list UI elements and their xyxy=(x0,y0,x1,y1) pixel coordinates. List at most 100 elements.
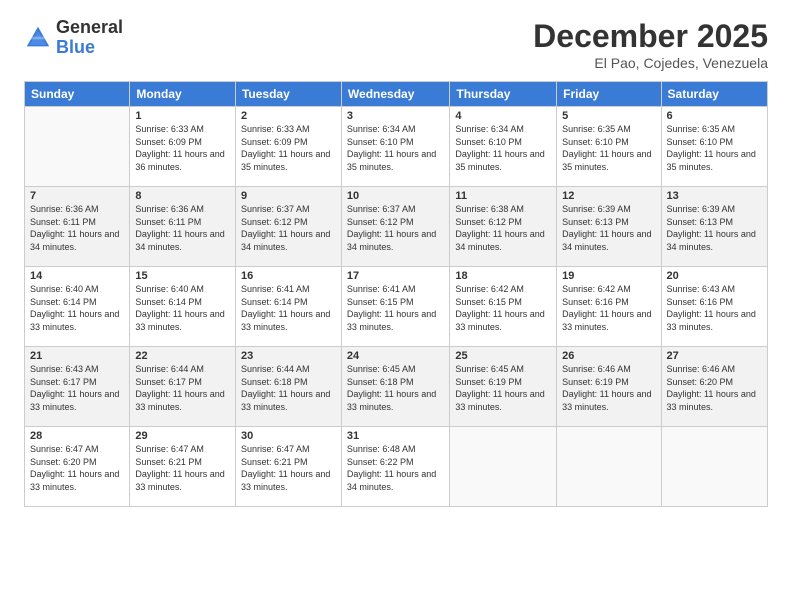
day-info: Sunrise: 6:36 AM Sunset: 6:11 PM Dayligh… xyxy=(135,203,230,253)
day-number: 7 xyxy=(30,190,124,202)
day-number: 1 xyxy=(135,110,230,122)
table-row: 4Sunrise: 6:34 AM Sunset: 6:10 PM Daylig… xyxy=(450,107,557,187)
table-row xyxy=(661,427,767,507)
table-row: 13Sunrise: 6:39 AM Sunset: 6:13 PM Dayli… xyxy=(661,187,767,267)
table-row: 1Sunrise: 6:33 AM Sunset: 6:09 PM Daylig… xyxy=(130,107,236,187)
day-number: 8 xyxy=(135,190,230,202)
page: General Blue December 2025 El Pao, Cojed… xyxy=(0,0,792,612)
logo-general-text: General xyxy=(56,18,123,38)
header-thursday: Thursday xyxy=(450,82,557,107)
day-info: Sunrise: 6:38 AM Sunset: 6:12 PM Dayligh… xyxy=(455,203,551,253)
day-info: Sunrise: 6:48 AM Sunset: 6:22 PM Dayligh… xyxy=(347,443,444,493)
header-wednesday: Wednesday xyxy=(341,82,449,107)
header-friday: Friday xyxy=(557,82,661,107)
day-number: 28 xyxy=(30,430,124,442)
table-row: 28Sunrise: 6:47 AM Sunset: 6:20 PM Dayli… xyxy=(25,427,130,507)
day-number: 4 xyxy=(455,110,551,122)
table-row: 8Sunrise: 6:36 AM Sunset: 6:11 PM Daylig… xyxy=(130,187,236,267)
table-row: 24Sunrise: 6:45 AM Sunset: 6:18 PM Dayli… xyxy=(341,347,449,427)
day-number: 13 xyxy=(667,190,762,202)
table-row: 12Sunrise: 6:39 AM Sunset: 6:13 PM Dayli… xyxy=(557,187,661,267)
day-info: Sunrise: 6:39 AM Sunset: 6:13 PM Dayligh… xyxy=(562,203,655,253)
day-info: Sunrise: 6:34 AM Sunset: 6:10 PM Dayligh… xyxy=(455,123,551,173)
calendar-table: Sunday Monday Tuesday Wednesday Thursday… xyxy=(24,81,768,507)
day-number: 17 xyxy=(347,270,444,282)
table-row: 16Sunrise: 6:41 AM Sunset: 6:14 PM Dayli… xyxy=(235,267,341,347)
table-row: 5Sunrise: 6:35 AM Sunset: 6:10 PM Daylig… xyxy=(557,107,661,187)
header-tuesday: Tuesday xyxy=(235,82,341,107)
day-number: 5 xyxy=(562,110,655,122)
day-info: Sunrise: 6:40 AM Sunset: 6:14 PM Dayligh… xyxy=(135,283,230,333)
day-number: 19 xyxy=(562,270,655,282)
day-info: Sunrise: 6:46 AM Sunset: 6:19 PM Dayligh… xyxy=(562,363,655,413)
table-row: 18Sunrise: 6:42 AM Sunset: 6:15 PM Dayli… xyxy=(450,267,557,347)
day-number: 10 xyxy=(347,190,444,202)
header-sunday: Sunday xyxy=(25,82,130,107)
table-row: 14Sunrise: 6:40 AM Sunset: 6:14 PM Dayli… xyxy=(25,267,130,347)
day-number: 18 xyxy=(455,270,551,282)
day-number: 27 xyxy=(667,350,762,362)
table-row: 29Sunrise: 6:47 AM Sunset: 6:21 PM Dayli… xyxy=(130,427,236,507)
location: El Pao, Cojedes, Venezuela xyxy=(533,55,768,71)
day-info: Sunrise: 6:47 AM Sunset: 6:21 PM Dayligh… xyxy=(135,443,230,493)
day-info: Sunrise: 6:37 AM Sunset: 6:12 PM Dayligh… xyxy=(347,203,444,253)
day-number: 21 xyxy=(30,350,124,362)
table-row xyxy=(557,427,661,507)
day-number: 11 xyxy=(455,190,551,202)
day-number: 31 xyxy=(347,430,444,442)
table-row: 26Sunrise: 6:46 AM Sunset: 6:19 PM Dayli… xyxy=(557,347,661,427)
table-row: 30Sunrise: 6:47 AM Sunset: 6:21 PM Dayli… xyxy=(235,427,341,507)
calendar-week-row: 1Sunrise: 6:33 AM Sunset: 6:09 PM Daylig… xyxy=(25,107,768,187)
table-row: 31Sunrise: 6:48 AM Sunset: 6:22 PM Dayli… xyxy=(341,427,449,507)
day-info: Sunrise: 6:47 AM Sunset: 6:20 PM Dayligh… xyxy=(30,443,124,493)
day-info: Sunrise: 6:44 AM Sunset: 6:18 PM Dayligh… xyxy=(241,363,336,413)
day-info: Sunrise: 6:43 AM Sunset: 6:17 PM Dayligh… xyxy=(30,363,124,413)
table-row: 25Sunrise: 6:45 AM Sunset: 6:19 PM Dayli… xyxy=(450,347,557,427)
day-info: Sunrise: 6:42 AM Sunset: 6:16 PM Dayligh… xyxy=(562,283,655,333)
day-info: Sunrise: 6:45 AM Sunset: 6:18 PM Dayligh… xyxy=(347,363,444,413)
day-number: 30 xyxy=(241,430,336,442)
day-number: 9 xyxy=(241,190,336,202)
day-info: Sunrise: 6:36 AM Sunset: 6:11 PM Dayligh… xyxy=(30,203,124,253)
day-number: 15 xyxy=(135,270,230,282)
day-info: Sunrise: 6:43 AM Sunset: 6:16 PM Dayligh… xyxy=(667,283,762,333)
day-info: Sunrise: 6:35 AM Sunset: 6:10 PM Dayligh… xyxy=(562,123,655,173)
logo-blue-text: Blue xyxy=(56,38,123,58)
day-number: 6 xyxy=(667,110,762,122)
day-number: 3 xyxy=(347,110,444,122)
day-info: Sunrise: 6:46 AM Sunset: 6:20 PM Dayligh… xyxy=(667,363,762,413)
header-saturday: Saturday xyxy=(661,82,767,107)
day-number: 14 xyxy=(30,270,124,282)
day-info: Sunrise: 6:35 AM Sunset: 6:10 PM Dayligh… xyxy=(667,123,762,173)
table-row xyxy=(25,107,130,187)
day-info: Sunrise: 6:40 AM Sunset: 6:14 PM Dayligh… xyxy=(30,283,124,333)
calendar-week-row: 14Sunrise: 6:40 AM Sunset: 6:14 PM Dayli… xyxy=(25,267,768,347)
day-number: 29 xyxy=(135,430,230,442)
calendar-header-row: Sunday Monday Tuesday Wednesday Thursday… xyxy=(25,82,768,107)
logo-text: General Blue xyxy=(56,18,123,58)
logo-icon xyxy=(24,24,52,52)
table-row: 19Sunrise: 6:42 AM Sunset: 6:16 PM Dayli… xyxy=(557,267,661,347)
table-row xyxy=(450,427,557,507)
table-row: 17Sunrise: 6:41 AM Sunset: 6:15 PM Dayli… xyxy=(341,267,449,347)
header: General Blue December 2025 El Pao, Cojed… xyxy=(24,18,768,71)
day-info: Sunrise: 6:47 AM Sunset: 6:21 PM Dayligh… xyxy=(241,443,336,493)
day-info: Sunrise: 6:37 AM Sunset: 6:12 PM Dayligh… xyxy=(241,203,336,253)
day-info: Sunrise: 6:45 AM Sunset: 6:19 PM Dayligh… xyxy=(455,363,551,413)
calendar-week-row: 7Sunrise: 6:36 AM Sunset: 6:11 PM Daylig… xyxy=(25,187,768,267)
table-row: 2Sunrise: 6:33 AM Sunset: 6:09 PM Daylig… xyxy=(235,107,341,187)
day-number: 12 xyxy=(562,190,655,202)
day-number: 20 xyxy=(667,270,762,282)
table-row: 9Sunrise: 6:37 AM Sunset: 6:12 PM Daylig… xyxy=(235,187,341,267)
day-info: Sunrise: 6:39 AM Sunset: 6:13 PM Dayligh… xyxy=(667,203,762,253)
table-row: 27Sunrise: 6:46 AM Sunset: 6:20 PM Dayli… xyxy=(661,347,767,427)
day-info: Sunrise: 6:34 AM Sunset: 6:10 PM Dayligh… xyxy=(347,123,444,173)
calendar-week-row: 21Sunrise: 6:43 AM Sunset: 6:17 PM Dayli… xyxy=(25,347,768,427)
table-row: 6Sunrise: 6:35 AM Sunset: 6:10 PM Daylig… xyxy=(661,107,767,187)
table-row: 3Sunrise: 6:34 AM Sunset: 6:10 PM Daylig… xyxy=(341,107,449,187)
day-number: 22 xyxy=(135,350,230,362)
table-row: 23Sunrise: 6:44 AM Sunset: 6:18 PM Dayli… xyxy=(235,347,341,427)
day-info: Sunrise: 6:41 AM Sunset: 6:15 PM Dayligh… xyxy=(347,283,444,333)
day-info: Sunrise: 6:44 AM Sunset: 6:17 PM Dayligh… xyxy=(135,363,230,413)
day-number: 23 xyxy=(241,350,336,362)
